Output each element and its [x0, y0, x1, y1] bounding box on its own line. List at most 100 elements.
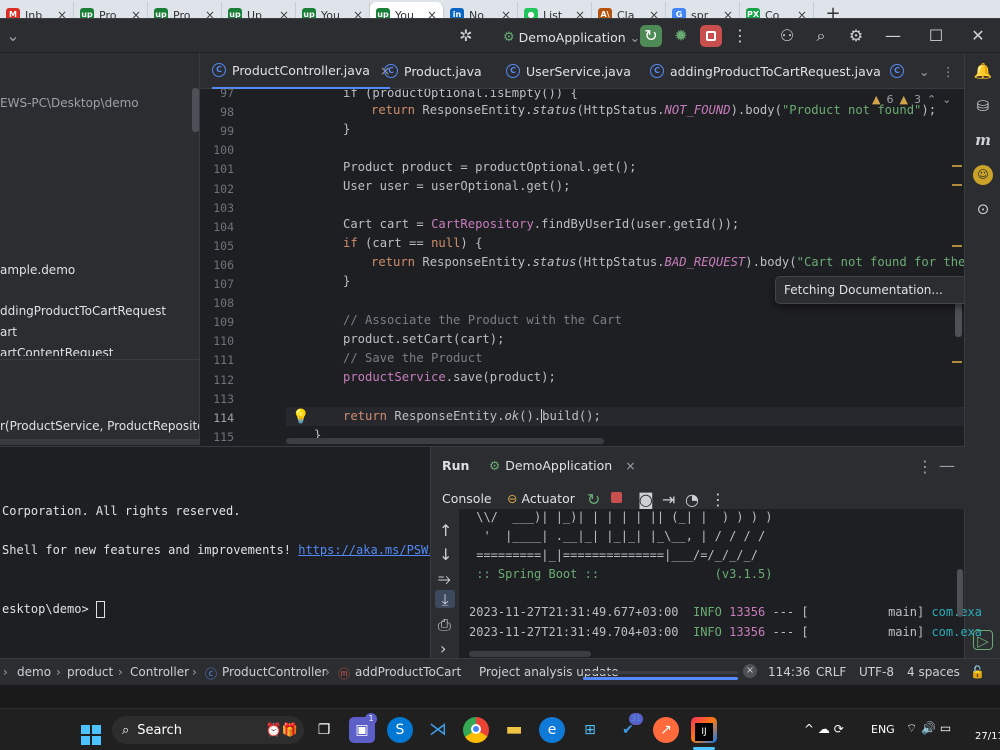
tray-icons[interactable]: ^ ☁ ⟳: [804, 722, 844, 736]
postman-icon[interactable]: ↗: [653, 717, 679, 743]
cloud-icon[interactable]: ☁: [818, 722, 830, 736]
tab-label: addingProductToCartRequest.java: [670, 63, 881, 79]
windows-start-icon[interactable]: [78, 717, 104, 745]
wifi-icon: ⌔: [906, 721, 918, 735]
console-tab[interactable]: Console: [442, 491, 492, 506]
tab-product[interactable]: C Product.java: [384, 53, 482, 89]
tab-user-service[interactable]: C UserService.java: [506, 53, 631, 89]
chevron-up-icon[interactable]: ⌃: [927, 93, 936, 106]
rerun-icon[interactable]: ↻: [587, 490, 600, 509]
cancel-task-icon[interactable]: ×: [743, 664, 757, 678]
teams-icon[interactable]: ▣ 1: [349, 713, 377, 743]
scroll-to-end-icon[interactable]: ⤓: [435, 590, 455, 609]
task-view-icon[interactable]: ❐: [311, 717, 337, 743]
file-encoding[interactable]: UTF-8: [859, 665, 894, 679]
tab-product-controller[interactable]: C ProductController.java ×: [212, 53, 391, 89]
rerun-icon[interactable]: ↻: [640, 25, 662, 47]
chevron-right-icon[interactable]: ›: [440, 639, 446, 658]
intellij-icon[interactable]: IJ: [691, 717, 717, 743]
run-config-selector[interactable]: ⚙ DemoApplication ⌄: [503, 27, 640, 47]
todo-icon[interactable]: ✔ 31: [615, 713, 643, 743]
structure-item[interactable]: r(ProductService, ProductRepository,: [0, 419, 199, 433]
stop-icon[interactable]: [611, 492, 622, 503]
debug-bug-icon[interactable]: ✲: [455, 25, 477, 47]
horizontal-scrollbar[interactable]: [469, 651, 591, 657]
file-explorer-icon[interactable]: ▬: [501, 717, 527, 743]
search-icon: ⌕: [122, 722, 130, 738]
breadcrumb-item[interactable]: demo: [17, 665, 51, 679]
skype-icon[interactable]: S: [387, 717, 413, 743]
line-number: 111: [213, 353, 234, 368]
tab-adding-product-request[interactable]: C addingProductToCartRequest.java: [650, 53, 881, 89]
breadcrumb-item[interactable]: product: [67, 665, 113, 679]
line-ending[interactable]: CRLF: [816, 665, 846, 679]
chevron-down-icon[interactable]: ⌄: [919, 53, 929, 89]
more-icon[interactable]: ⋮: [710, 490, 726, 509]
horizontal-scrollbar[interactable]: [286, 438, 604, 444]
minimize-icon[interactable]: —: [939, 456, 955, 475]
inspection-widget[interactable]: ▲ 6 ▲ 3 ⌃ ⌄: [872, 93, 951, 106]
chevron-down-icon[interactable]: ⌄: [942, 93, 951, 106]
code-editor[interactable]: if (productOptional.isEmpty()) { return …: [286, 89, 964, 445]
caret-position[interactable]: 114:36: [768, 665, 810, 679]
print-icon[interactable]: ⎙: [438, 615, 451, 635]
tree-item[interactable]: art: [0, 325, 17, 339]
database-icon[interactable]: ⛁: [973, 96, 993, 116]
scrollbar[interactable]: [192, 88, 199, 132]
tree-item[interactable]: ddingProductToCartRequest: [0, 304, 166, 318]
class-icon[interactable]: C: [890, 53, 904, 89]
minimize-icon[interactable]: —: [882, 25, 904, 47]
notifications-icon[interactable]: 🔔: [973, 61, 993, 81]
tree-item[interactable]: ample.demo: [0, 263, 75, 277]
scrollbar[interactable]: [957, 569, 963, 617]
sync-icon[interactable]: ⟳: [834, 722, 844, 736]
exit-icon[interactable]: ⇥: [662, 490, 675, 509]
terminal-link[interactable]: https://aka.ms/PSWi: [298, 543, 435, 557]
chevron-down-icon[interactable]: ⌄: [2, 25, 24, 47]
indent-setting[interactable]: 4 spaces: [907, 665, 960, 679]
tab-demo-application[interactable]: ⚙ DemoApplication ×: [489, 458, 636, 473]
language-indicator[interactable]: ENG: [871, 723, 895, 736]
terminal-panel[interactable]: Corporation. All rights reserved. Shell …: [0, 446, 436, 658]
taskbar-search[interactable]: ⌕ Search ⏰🎁: [112, 716, 304, 744]
dashboard-icon[interactable]: ◔: [685, 490, 699, 509]
lock-icon[interactable]: 🔓: [970, 665, 985, 679]
wrap-icon[interactable]: ⥱: [438, 569, 451, 589]
edge-icon[interactable]: e: [539, 717, 565, 743]
breadcrumb-separator: ›: [325, 665, 330, 679]
more-icon[interactable]: ⋮: [729, 25, 751, 47]
more-icon[interactable]: ⋮: [917, 457, 933, 476]
plugin-icon[interactable]: ☺: [973, 165, 993, 185]
chevron-up-icon[interactable]: ^: [804, 722, 814, 736]
settings-icon[interactable]: ⚙: [845, 25, 867, 47]
maven-icon[interactable]: m: [973, 130, 993, 150]
breadcrumb-item[interactable]: ProductController: [222, 665, 327, 679]
lightbulb-icon[interactable]: 💡: [292, 409, 309, 425]
search-icon[interactable]: ⌕: [810, 25, 832, 47]
clock-date[interactable]: 27/11: [975, 731, 1000, 742]
breadcrumb-item[interactable]: addProductToCart: [355, 665, 461, 679]
widget-icon: ⏰🎁: [265, 722, 298, 738]
chrome-icon[interactable]: [463, 717, 489, 743]
actuator-tab[interactable]: ⊖ Actuator: [507, 491, 575, 506]
line-number: 104: [213, 219, 234, 234]
close-tab-icon[interactable]: ×: [625, 458, 635, 473]
add-user-icon[interactable]: ⚇: [776, 25, 798, 47]
stop-icon[interactable]: [700, 25, 722, 47]
arrow-down-icon[interactable]: ↓: [439, 545, 452, 564]
endpoints-icon[interactable]: ⊙: [973, 199, 993, 219]
vscode-icon[interactable]: ⋊: [425, 717, 451, 743]
arrow-up-icon[interactable]: ↑: [439, 521, 452, 540]
tree-item[interactable]: artContentRequest: [0, 346, 113, 356]
debug-icon[interactable]: ✹: [670, 25, 692, 47]
system-tray[interactable]: ⌔ 🔊 ▭: [906, 721, 951, 736]
line-number: 115: [213, 429, 234, 444]
breadcrumb-item[interactable]: Controller: [130, 665, 189, 679]
maximize-icon[interactable]: ☐: [925, 25, 947, 47]
more-icon[interactable]: ⋮: [942, 53, 955, 89]
warning-count: 6: [886, 93, 894, 106]
store-icon[interactable]: ⊞: [577, 717, 603, 743]
run-panel: Run ⚙ DemoApplication × ⋮ — Console ⊖ Ac…: [430, 446, 982, 659]
camera-icon[interactable]: ◙: [638, 490, 654, 509]
close-icon[interactable]: ✕: [967, 25, 989, 47]
